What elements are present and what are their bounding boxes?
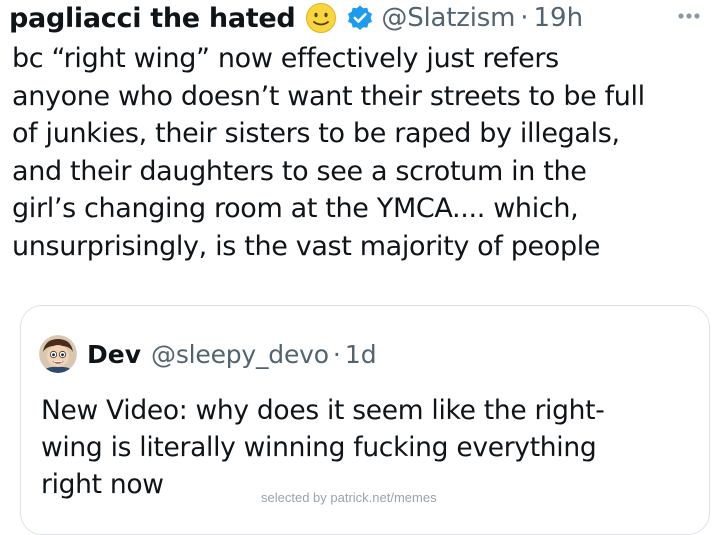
- tweet: pagliacci the hated @Slatzism · 19h bc “…: [0, 0, 716, 535]
- quoted-tweet-body-line: wing is literally winning fucking everyt…: [41, 432, 597, 463]
- tweet-body-line: unsurprisingly, is the vast majority of …: [12, 230, 601, 262]
- author-handle[interactable]: @Slatzism: [381, 3, 515, 33]
- tweet-body-line: bc “right wing” now effectively just ref…: [12, 43, 559, 74]
- quoted-tweet-body-line: New Video: why does it seem like the rig…: [41, 395, 605, 426]
- quoted-author-handle[interactable]: @sleepy_devo: [151, 340, 329, 369]
- quoted-tweet-body: New Video: why does it seem like the rig…: [41, 392, 701, 503]
- quoted-author-display-name[interactable]: Dev: [87, 340, 141, 369]
- cartoon-avatar-icon[interactable]: [39, 335, 77, 373]
- tweet-body-line: anyone who doesn’t want their streets to…: [12, 80, 645, 112]
- smiley-face-emoji-icon: [305, 2, 337, 34]
- separator-dot: ·: [520, 3, 529, 33]
- tweet-body-line: girl’s changing room at the YMCA.... whi…: [12, 193, 579, 224]
- tweet-body-line: of junkies, their sisters to be raped by…: [12, 118, 620, 149]
- tweet-body-line: and their daughters to see a scrotum in …: [12, 155, 587, 187]
- tweet-timestamp[interactable]: 19h: [533, 3, 583, 33]
- quoted-tweet-header: Dev @sleepy_devo · 1d: [39, 334, 377, 374]
- more-horizontal-icon[interactable]: [672, 6, 706, 26]
- tweet-body: bc “right wing” now effectively just ref…: [12, 40, 712, 265]
- verified-badge-icon: [346, 4, 374, 32]
- tweet-header: pagliacci the hated @Slatzism · 19h: [9, 0, 709, 36]
- separator-dot: ·: [332, 339, 341, 369]
- quoted-tweet-timestamp[interactable]: 1d: [345, 340, 377, 369]
- author-display-name[interactable]: pagliacci the hated: [9, 3, 296, 34]
- watermark-text: selected by patrick.net/memes: [261, 490, 437, 505]
